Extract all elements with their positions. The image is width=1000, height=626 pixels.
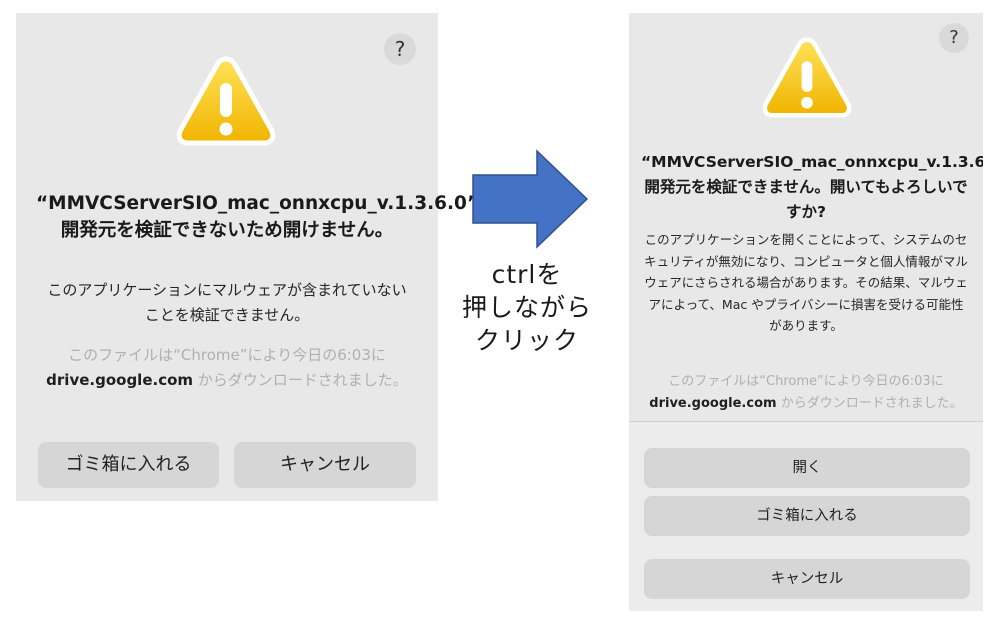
cancel-button[interactable]: キャンセル — [644, 559, 970, 599]
dialog-message: このアプリケーションにマルウェアが含まれていないことを検証できません。 — [47, 281, 407, 324]
source-suffix: からダウンロードされました。 — [193, 371, 408, 389]
instruction-line-1: ctrlを — [491, 260, 563, 289]
instruction-line-2: 押しながら — [461, 293, 592, 322]
instruction-text: ctrlを 押しながら クリック — [438, 258, 616, 357]
dialog-title: “MMVCServerSIO_mac_onnxcpu_v.1.3.6.0”の開発… — [641, 153, 983, 221]
dialog-title: “MMVCServerSIO_mac_onnxcpu_v.1.3.6.0”は、開… — [36, 193, 517, 241]
open-button[interactable]: 開く — [644, 448, 970, 488]
source-prefix: このファイルは“Chrome”により今日の6:03に — [668, 374, 944, 389]
move-to-trash-button[interactable]: ゴミ箱に入れる — [38, 442, 219, 488]
instruction-line-3: クリック — [474, 326, 579, 355]
dialog-message: このアプリケーションを開くことによって、システムのセキュリティが無効になり、コン… — [644, 232, 968, 333]
warning-icon — [176, 56, 276, 146]
source-suffix: からダウンロードされました。 — [776, 395, 963, 411]
warning-icon — [762, 37, 852, 118]
blocked-app-dialog: ? “MMVCServerSIO_mac_onnxcpu_v.1.3.6.0”は… — [16, 13, 517, 501]
transition-arrow — [470, 148, 592, 254]
help-button[interactable]: ? — [939, 23, 969, 53]
download-source-text: このファイルは“Chrome”により今日の6:03に drive.google.… — [643, 371, 969, 414]
source-prefix: このファイルは“Chrome”により今日の6:03に — [68, 346, 386, 364]
source-domain: drive.google.com — [46, 371, 194, 389]
download-source-text: このファイルは“Chrome”により今日の6:03に drive.google.… — [41, 343, 413, 393]
right-arrow-icon — [472, 149, 589, 249]
move-to-trash-button[interactable]: ゴミ箱に入れる — [644, 496, 970, 536]
source-domain: drive.google.com — [649, 395, 777, 411]
help-icon: ? — [394, 37, 406, 61]
help-button[interactable]: ? — [384, 33, 416, 65]
help-icon: ? — [949, 27, 959, 48]
open-confirmation-dialog: ? “MMVCServerSIO_mac_onnxcpu_v.1.3.6.0”の… — [629, 13, 983, 611]
cancel-button[interactable]: キャンセル — [234, 442, 416, 488]
